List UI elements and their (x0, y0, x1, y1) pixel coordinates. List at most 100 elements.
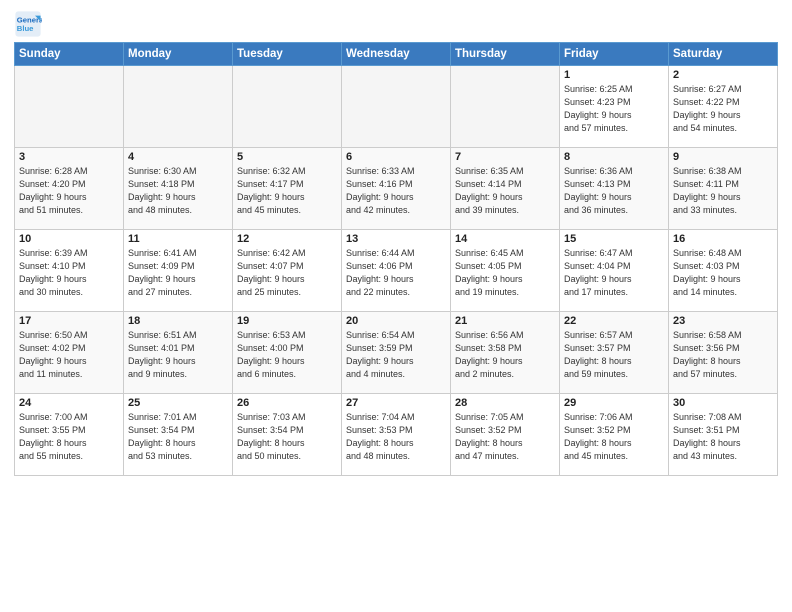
calendar-cell: 11 Sunrise: 6:41 AM Sunset: 4:09 PM Dayli… (124, 230, 233, 312)
day-number: 11 (128, 233, 228, 245)
day-info: Sunrise: 6:54 AM Sunset: 3:59 PM Dayligh… (346, 329, 446, 381)
day-info: Sunrise: 6:42 AM Sunset: 4:07 PM Dayligh… (237, 247, 337, 299)
day-info: Sunrise: 7:05 AM Sunset: 3:52 PM Dayligh… (455, 411, 555, 463)
calendar-cell: 19Sunrise: 6:53 AM Sunset: 4:00 PM Dayli… (233, 312, 342, 394)
calendar-cell (451, 66, 560, 148)
day-info: Sunrise: 6:56 AM Sunset: 3:58 PM Dayligh… (455, 329, 555, 381)
day-info: Sunrise: 6:58 AM Sunset: 3:56 PM Dayligh… (673, 329, 773, 381)
day-number: 6 (346, 151, 446, 163)
calendar-cell: 22 Sunrise: 6:57 AM Sunset: 3:57 PM Dayli… (560, 312, 669, 394)
calendar-cell: 3 Sunrise: 6:28 AM Sunset: 4:20 PM Daylig… (15, 148, 124, 230)
svg-text:Blue: Blue (17, 24, 34, 33)
calendar-cell (233, 66, 342, 148)
calendar-cell: 8Sunrise: 6:36 AM Sunset: 4:13 PM Daylig… (560, 148, 669, 230)
day-number: 17 (19, 315, 119, 327)
calendar-cell: 24 Sunrise: 7:00 AM Sunset: 3:55 PM Dayli… (15, 394, 124, 476)
day-number: 3 (19, 151, 119, 163)
calendar-cell: 6Sunrise: 6:33 AM Sunset: 4:16 PM Daylig… (342, 148, 451, 230)
page-container: General Blue SundayMondayTuesdayWednesda… (0, 0, 792, 482)
calendar-cell: 2 Sunrise: 6:27 AM Sunset: 4:22 PM Daylig… (669, 66, 778, 148)
calendar-cell: 4Sunrise: 6:30 AM Sunset: 4:18 PM Daylig… (124, 148, 233, 230)
day-info: Sunrise: 6:50 AM Sunset: 4:02 PM Dayligh… (19, 329, 119, 381)
day-number: 2 (673, 69, 773, 81)
day-info: Sunrise: 6:25 AM Sunset: 4:23 PM Dayligh… (564, 83, 664, 135)
calendar-cell: 13Sunrise: 6:44 AM Sunset: 4:06 PM Dayli… (342, 230, 451, 312)
day-info: Sunrise: 6:28 AM Sunset: 4:20 PM Dayligh… (19, 165, 119, 217)
day-info: Sunrise: 6:51 AM Sunset: 4:01 PM Dayligh… (128, 329, 228, 381)
calendar-cell: 14 Sunrise: 6:45 AM Sunset: 4:05 PM Dayli… (451, 230, 560, 312)
day-info: Sunrise: 6:39 AM Sunset: 4:10 PM Dayligh… (19, 247, 119, 299)
calendar-cell: 23 Sunrise: 6:58 AM Sunset: 3:56 PM Dayli… (669, 312, 778, 394)
day-info: Sunrise: 7:03 AM Sunset: 3:54 PM Dayligh… (237, 411, 337, 463)
column-header-friday: Friday (560, 43, 669, 66)
day-info: Sunrise: 6:36 AM Sunset: 4:13 PM Dayligh… (564, 165, 664, 217)
day-info: Sunrise: 6:45 AM Sunset: 4:05 PM Dayligh… (455, 247, 555, 299)
calendar-cell: 5 Sunrise: 6:32 AM Sunset: 4:17 PM Daylig… (233, 148, 342, 230)
column-header-wednesday: Wednesday (342, 43, 451, 66)
calendar-cell: 29Sunrise: 7:06 AM Sunset: 3:52 PM Dayli… (560, 394, 669, 476)
day-info: Sunrise: 6:32 AM Sunset: 4:17 PM Dayligh… (237, 165, 337, 217)
day-number: 21 (455, 315, 555, 327)
calendar-cell: 21 Sunrise: 6:56 AM Sunset: 3:58 PM Dayli… (451, 312, 560, 394)
day-number: 14 (455, 233, 555, 245)
calendar-week-1: 1 Sunrise: 6:25 AM Sunset: 4:23 PM Daylig… (15, 66, 778, 148)
day-number: 28 (455, 397, 555, 409)
calendar-cell: 7Sunrise: 6:35 AM Sunset: 4:14 PM Daylig… (451, 148, 560, 230)
calendar-cell: 26 Sunrise: 7:03 AM Sunset: 3:54 PM Dayli… (233, 394, 342, 476)
day-info: Sunrise: 7:01 AM Sunset: 3:54 PM Dayligh… (128, 411, 228, 463)
day-info: Sunrise: 6:41 AM Sunset: 4:09 PM Dayligh… (128, 247, 228, 299)
day-number: 15 (564, 233, 664, 245)
column-header-sunday: Sunday (15, 43, 124, 66)
calendar-cell: 16Sunrise: 6:48 AM Sunset: 4:03 PM Dayli… (669, 230, 778, 312)
day-number: 1 (564, 69, 664, 81)
calendar-header-row: SundayMondayTuesdayWednesdayThursdayFrid… (15, 43, 778, 66)
calendar-cell: 10Sunrise: 6:39 AM Sunset: 4:10 PM Dayli… (15, 230, 124, 312)
calendar-cell: 17 Sunrise: 6:50 AM Sunset: 4:02 PM Dayli… (15, 312, 124, 394)
logo-icon: General Blue (14, 10, 42, 38)
day-info: Sunrise: 6:38 AM Sunset: 4:11 PM Dayligh… (673, 165, 773, 217)
day-number: 26 (237, 397, 337, 409)
calendar-cell: 12 Sunrise: 6:42 AM Sunset: 4:07 PM Dayli… (233, 230, 342, 312)
day-number: 4 (128, 151, 228, 163)
day-number: 22 (564, 315, 664, 327)
day-info: Sunrise: 7:04 AM Sunset: 3:53 PM Dayligh… (346, 411, 446, 463)
calendar-cell (124, 66, 233, 148)
column-header-thursday: Thursday (451, 43, 560, 66)
calendar-cell: 28 Sunrise: 7:05 AM Sunset: 3:52 PM Dayli… (451, 394, 560, 476)
header: General Blue (14, 10, 778, 38)
day-number: 12 (237, 233, 337, 245)
day-info: Sunrise: 6:27 AM Sunset: 4:22 PM Dayligh… (673, 83, 773, 135)
calendar-cell: 18 Sunrise: 6:51 AM Sunset: 4:01 PM Dayli… (124, 312, 233, 394)
day-info: Sunrise: 6:44 AM Sunset: 4:06 PM Dayligh… (346, 247, 446, 299)
day-info: Sunrise: 7:08 AM Sunset: 3:51 PM Dayligh… (673, 411, 773, 463)
calendar-week-5: 24 Sunrise: 7:00 AM Sunset: 3:55 PM Dayli… (15, 394, 778, 476)
day-number: 9 (673, 151, 773, 163)
calendar-table: SundayMondayTuesdayWednesdayThursdayFrid… (14, 42, 778, 476)
calendar-cell: 20 Sunrise: 6:54 AM Sunset: 3:59 PM Dayli… (342, 312, 451, 394)
day-number: 19 (237, 315, 337, 327)
calendar-week-4: 17 Sunrise: 6:50 AM Sunset: 4:02 PM Dayli… (15, 312, 778, 394)
calendar-cell (15, 66, 124, 148)
calendar-week-2: 3 Sunrise: 6:28 AM Sunset: 4:20 PM Daylig… (15, 148, 778, 230)
day-number: 5 (237, 151, 337, 163)
column-header-tuesday: Tuesday (233, 43, 342, 66)
day-number: 16 (673, 233, 773, 245)
day-number: 18 (128, 315, 228, 327)
column-header-monday: Monday (124, 43, 233, 66)
day-number: 20 (346, 315, 446, 327)
calendar-cell: 30 Sunrise: 7:08 AM Sunset: 3:51 PM Dayli… (669, 394, 778, 476)
day-info: Sunrise: 6:47 AM Sunset: 4:04 PM Dayligh… (564, 247, 664, 299)
day-number: 29 (564, 397, 664, 409)
day-info: Sunrise: 6:57 AM Sunset: 3:57 PM Dayligh… (564, 329, 664, 381)
calendar-cell (342, 66, 451, 148)
day-number: 30 (673, 397, 773, 409)
day-number: 7 (455, 151, 555, 163)
calendar-cell: 1 Sunrise: 6:25 AM Sunset: 4:23 PM Daylig… (560, 66, 669, 148)
calendar-cell: 15 Sunrise: 6:47 AM Sunset: 4:04 PM Dayli… (560, 230, 669, 312)
logo: General Blue (14, 10, 46, 38)
day-info: Sunrise: 7:00 AM Sunset: 3:55 PM Dayligh… (19, 411, 119, 463)
calendar-week-3: 10Sunrise: 6:39 AM Sunset: 4:10 PM Dayli… (15, 230, 778, 312)
day-number: 24 (19, 397, 119, 409)
day-number: 23 (673, 315, 773, 327)
day-number: 27 (346, 397, 446, 409)
